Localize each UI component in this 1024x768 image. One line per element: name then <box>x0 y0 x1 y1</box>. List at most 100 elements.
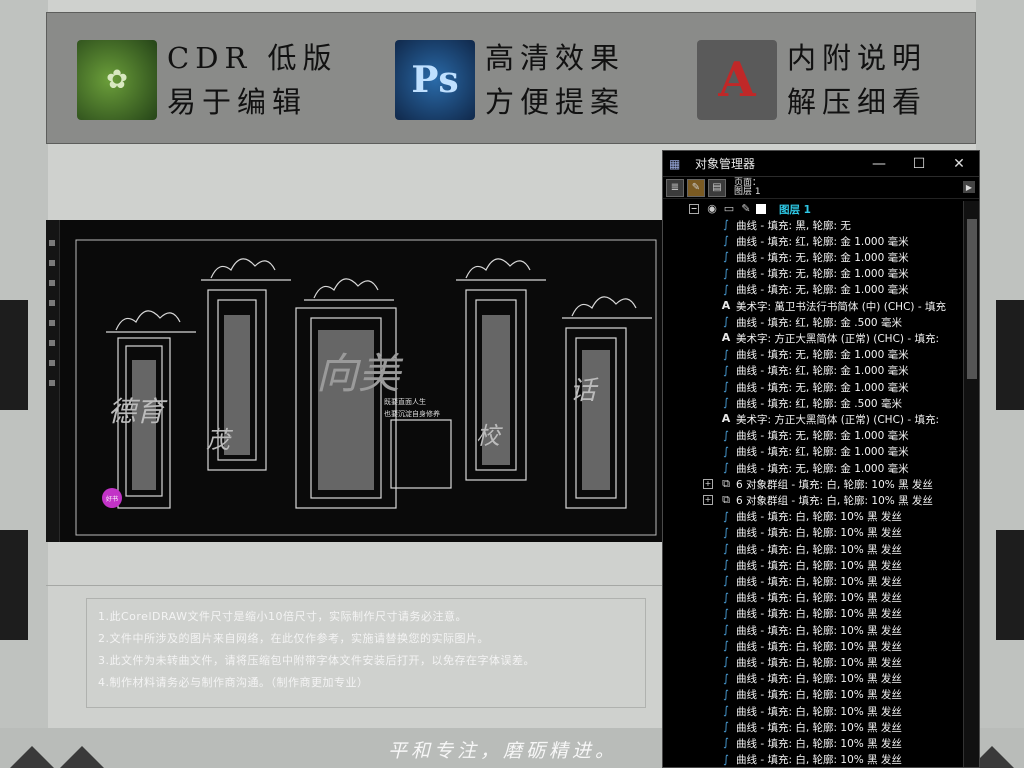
feature-text: 高清效果 方便提案 <box>485 40 625 120</box>
feature-line: 解压细看 <box>787 85 928 119</box>
layer-manager-icon[interactable]: ▤ <box>708 178 726 197</box>
curve-row[interactable]: ∫ 曲线 - 填充: 白, 轮廓: 10% 黑 发丝 <box>663 638 963 654</box>
scrollbar-thumb[interactable] <box>967 219 977 379</box>
feature-pdf: A 内附说明 解压细看 <box>697 35 927 125</box>
curve-row[interactable]: ∫ 曲线 - 填充: 红, 轮廓: 金 .500 毫米 <box>663 395 963 411</box>
curve-icon: ∫ <box>723 704 729 717</box>
curve-row[interactable]: ∫ 曲线 - 填充: 无, 轮廓: 金 1.000 毫米 <box>663 282 963 298</box>
curve-row[interactable]: ∫ 曲线 - 填充: 白, 轮廓: 10% 黑 发丝 <box>663 557 963 573</box>
frame-notch <box>0 300 28 410</box>
curve-row[interactable]: ∫ 曲线 - 填充: 红, 轮廓: 金 1.000 毫米 <box>663 444 963 460</box>
curve-row[interactable]: ∫ 曲线 - 填充: 白, 轮廓: 10% 黑 发丝 <box>663 703 963 719</box>
object-label: 曲线 - 填充: 白, 轮廓: 10% 黑 发丝 <box>736 656 902 669</box>
page-layer-label: 图层 1 <box>734 186 761 197</box>
note-line: 1.此CorelDRAW文件尺寸是缩小10倍尺寸，实际制作尺寸请务必注意。 <box>98 610 467 623</box>
frame-notch <box>996 530 1024 640</box>
vertical-scrollbar[interactable] <box>963 201 979 767</box>
text-object-row[interactable]: A 美术字: 方正大黑简体 (正常) (CHC) - 填充: <box>663 330 963 346</box>
text-object-row[interactable]: A 美术字: 方正大黑简体 (正常) (CHC) - 填充: <box>663 411 963 427</box>
expand-icon[interactable]: + <box>703 495 713 506</box>
calligraphy-text: 话 <box>570 376 597 406</box>
note-line: 3.此文件为未转曲文件，请将压缩包中附带字体文件安装后打开，以免存在字体误差。 <box>98 654 535 667</box>
poem-line: 也要沉淀自身修养 <box>384 410 440 418</box>
curve-row[interactable]: ∫ 曲线 - 填充: 红, 轮廓: 金 1.000 毫米 <box>663 233 963 249</box>
feature-line: 易于编辑 <box>167 85 308 119</box>
curve-row[interactable]: ∫ 曲线 - 填充: 白, 轮廓: 10% 黑 发丝 <box>663 687 963 703</box>
curve-row[interactable]: ∫ 曲线 - 填充: 白, 轮廓: 10% 黑 发丝 <box>663 719 963 735</box>
poem-line: 既要直面人生 <box>384 398 426 406</box>
curve-icon: ∫ <box>723 461 729 474</box>
design-canvas[interactable]: 向美 既要直面人生 也要沉淀自身修养 德育 茂 校 话 好书 <box>46 220 666 542</box>
curve-row[interactable]: ∫ 曲线 - 填充: 白, 轮廓: 10% 黑 发丝 <box>663 541 963 557</box>
curve-row[interactable]: ∫ 曲线 - 填充: 白, 轮廓: 10% 黑 发丝 <box>663 735 963 751</box>
object-label: 曲线 - 填充: 黑, 轮廓: 无 <box>736 219 851 232</box>
group-row[interactable]: + ⧉ 6 对象群组 - 填充: 白, 轮廓: 10% 黑 发丝 <box>663 476 963 492</box>
curve-row[interactable]: ∫ 曲线 - 填充: 白, 轮廓: 10% 黑 发丝 <box>663 606 963 622</box>
group-row[interactable]: + ⧉ 6 对象群组 - 填充: 白, 轮廓: 10% 黑 发丝 <box>663 492 963 508</box>
curve-row[interactable]: ∫ 曲线 - 填充: 白, 轮廓: 10% 黑 发丝 <box>663 752 963 767</box>
layer-label: 图层 1 <box>779 203 811 216</box>
object-label: 曲线 - 填充: 红, 轮廓: 金 1.000 毫米 <box>736 446 909 459</box>
layer-color-swatch <box>756 204 766 214</box>
curve-icon: ∫ <box>723 574 729 588</box>
expand-icon[interactable]: + <box>703 479 713 490</box>
object-label: 6 对象群组 - 填充: 白, 轮廓: 10% 黑 发丝 <box>736 478 933 491</box>
object-manager-panel[interactable]: ▦ 对象管理器 — ☐ ✕ ≣ ✎ ▤ 页面： 图层 1 ▶ − ◉ ▭ ✎ 图… <box>662 150 980 768</box>
expand-arrow-icon[interactable]: ▶ <box>963 181 975 193</box>
collapse-icon[interactable]: − <box>689 204 699 214</box>
curve-row[interactable]: ∫ 曲线 - 填充: 无, 轮廓: 金 1.000 毫米 <box>663 460 963 476</box>
design-title: 向美 <box>316 349 401 398</box>
curve-row[interactable]: ∫ 曲线 - 填充: 白, 轮廓: 10% 黑 发丝 <box>663 525 963 541</box>
show-properties-icon[interactable]: ≣ <box>666 178 684 197</box>
curve-row[interactable]: ∫ 曲线 - 填充: 白, 轮廓: 10% 黑 发丝 <box>663 671 963 687</box>
feature-banner: ✿ CDR 低版 易于编辑 Ps 高清效果 方便提案 A 内附说明 解压细看 <box>46 12 976 144</box>
object-manager-titlebar[interactable]: ▦ 对象管理器 — ☐ ✕ <box>663 151 979 177</box>
layer-row[interactable]: − ◉ ▭ ✎ 图层 1 <box>663 201 963 217</box>
curve-icon: ∫ <box>723 347 729 361</box>
object-label: 曲线 - 填充: 无, 轮廓: 金 1.000 毫米 <box>736 251 909 264</box>
curve-row[interactable]: ∫ 曲线 - 填充: 白, 轮廓: 10% 黑 发丝 <box>663 573 963 589</box>
eye-icon[interactable]: ◉ <box>705 202 719 216</box>
object-list[interactable]: − ◉ ▭ ✎ 图层 1 ∫ 曲线 - 填充: 黑, 轮廓: 无 ∫ 曲线 - 填充:… <box>663 201 963 767</box>
minimize-button[interactable]: — <box>859 156 899 172</box>
curve-row[interactable]: ∫ 曲线 - 填充: 无, 轮廓: 金 1.000 毫米 <box>663 347 963 363</box>
close-button[interactable]: ✕ <box>939 156 979 172</box>
feature-line: 内附说明 <box>787 41 928 75</box>
pencil-icon[interactable]: ✎ <box>739 202 753 216</box>
object-manager-toolbar: ≣ ✎ ▤ 页面： 图层 1 <box>663 177 979 199</box>
curve-row[interactable]: ∫ 曲线 - 填充: 红, 轮廓: 金 .500 毫米 <box>663 314 963 330</box>
bottom-chevron <box>10 746 54 768</box>
curve-icon: ∫ <box>723 428 729 442</box>
object-label: 曲线 - 填充: 红, 轮廓: 金 .500 毫米 <box>736 316 902 329</box>
curve-row[interactable]: ∫ 曲线 - 填充: 白, 轮廓: 10% 黑 发丝 <box>663 590 963 606</box>
object-manager-icon: ▦ <box>669 156 681 171</box>
curve-row[interactable]: ∫ 曲线 - 填充: 白, 轮廓: 10% 黑 发丝 <box>663 509 963 525</box>
object-label: 曲线 - 填充: 白, 轮廓: 10% 黑 发丝 <box>736 608 902 621</box>
edit-across-layers-icon[interactable]: ✎ <box>687 178 705 197</box>
curve-icon: ∫ <box>723 234 729 248</box>
left-frame <box>0 0 48 768</box>
object-label: 曲线 - 填充: 红, 轮廓: 金 .500 毫米 <box>736 397 902 410</box>
feature-text: 内附说明 解压细看 <box>787 40 927 120</box>
object-label: 曲线 - 填充: 无, 轮廓: 金 1.000 毫米 <box>736 268 909 281</box>
curve-row[interactable]: ∫ 曲线 - 填充: 无, 轮廓: 金 1.000 毫米 <box>663 379 963 395</box>
object-label: 曲线 - 填充: 白, 轮廓: 10% 黑 发丝 <box>736 575 902 588</box>
curve-row[interactable]: ∫ 曲线 - 填充: 无, 轮廓: 金 1.000 毫米 <box>663 249 963 265</box>
page-info: 页面： 图层 1 <box>734 178 761 197</box>
printer-icon[interactable]: ▭ <box>722 202 736 216</box>
object-label: 曲线 - 填充: 白, 轮廓: 10% 黑 发丝 <box>736 640 902 653</box>
curve-row[interactable]: ∫ 曲线 - 填充: 白, 轮廓: 10% 黑 发丝 <box>663 654 963 670</box>
curve-row[interactable]: ∫ 曲线 - 填充: 红, 轮廓: 金 1.000 毫米 <box>663 363 963 379</box>
object-label: 曲线 - 填充: 白, 轮廓: 10% 黑 发丝 <box>736 721 902 734</box>
calligraphy-text: 德育 <box>108 395 165 428</box>
curve-row[interactable]: ∫ 曲线 - 填充: 无, 轮廓: 金 1.000 毫米 <box>663 428 963 444</box>
curve-row[interactable]: ∫ 曲线 - 填充: 黑, 轮廓: 无 <box>663 217 963 233</box>
curve-row[interactable]: ∫ 曲线 - 填充: 无, 轮廓: 金 1.000 毫米 <box>663 266 963 282</box>
text-object-row[interactable]: A 美术字: 萬卫书法行书简体 (中) (CHC) - 填充 <box>663 298 963 314</box>
curve-row[interactable]: ∫ 曲线 - 填充: 白, 轮廓: 10% 黑 发丝 <box>663 622 963 638</box>
maximize-button[interactable]: ☐ <box>899 156 939 172</box>
notes-area: 1.此CorelDRAW文件尺寸是缩小10倍尺寸，实际制作尺寸请务必注意。 2.… <box>46 585 666 735</box>
curve-icon: ∫ <box>723 396 729 410</box>
object-label: 曲线 - 填充: 白, 轮廓: 10% 黑 发丝 <box>736 705 902 718</box>
object-label: 曲线 - 填充: 无, 轮廓: 金 1.000 毫米 <box>736 284 909 297</box>
